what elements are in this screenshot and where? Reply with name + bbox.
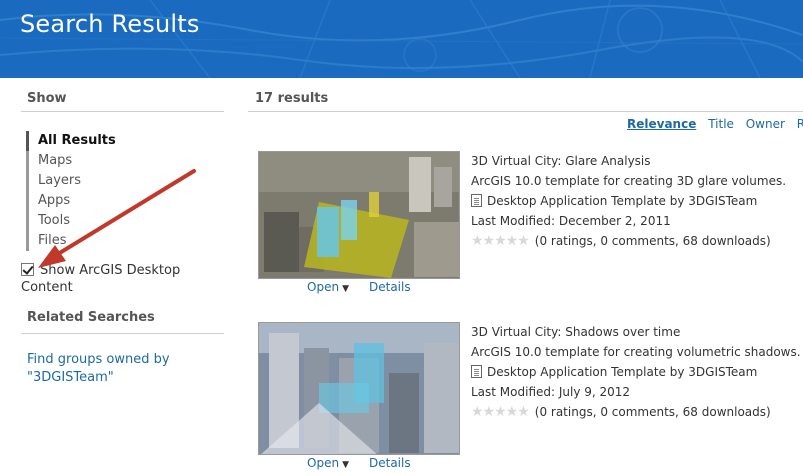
show-heading: Show [21,78,224,112]
desktop-content-label-line1: Show ArcGIS Desktop [40,263,181,278]
document-icon [471,194,482,207]
sidebar: Show All Results Maps Layers Apps Tools … [21,78,224,385]
result-description: ArcGIS 10.0 template for creating 3D gla… [471,174,787,188]
thumbnail-actions: Open ▼ Details [307,456,411,470]
related-searches-heading: Related Searches [21,310,224,334]
thumbnail-actions: Open ▼ Details [307,280,411,294]
shadows-over-time-thumbnail-image [259,323,459,454]
details-link[interactable]: Details [369,456,411,470]
show-desktop-content-toggle[interactable]: Show ArcGIS Desktop Content [21,262,221,296]
sort-relevance[interactable]: Relevance [627,117,696,131]
dropdown-caret-icon[interactable]: ▼ [342,460,349,470]
result-modified: Last Modified: December 2, 2011 [471,214,671,228]
result-owner-line: Desktop Application Template by 3DGISTea… [471,191,803,211]
result-info: 3D Virtual City: Glare Analysis ArcGIS 1… [471,151,803,251]
filter-layers[interactable]: Layers [29,171,116,191]
result-stats: (0 ratings, 0 comments, 68 downloads) [534,234,771,248]
filter-all-results[interactable]: All Results [29,131,116,151]
sort-bar: Relevance Title Owner Ra [627,117,803,131]
filter-list: All Results Maps Layers Apps Tools Files [26,131,116,251]
result-description: ArcGIS 10.0 template for creating volume… [471,345,801,359]
open-menu-button[interactable]: Open ▼ [307,280,349,294]
result-owner-line: Desktop Application Template by 3DGISTea… [471,362,803,382]
related-search-link[interactable]: Find groups owned by "3DGISTeam" [27,351,217,387]
result-title[interactable]: 3D Virtual City: Glare Analysis [471,151,803,171]
result-info: 3D Virtual City: Shadows over time ArcGI… [471,322,803,422]
result-rating-line: ★★★★★ (0 ratings, 0 comments, 68 download… [471,231,803,251]
filter-tools[interactable]: Tools [29,211,116,231]
open-label[interactable]: Open [307,280,339,294]
glare-analysis-thumbnail-image [259,152,459,278]
active-filter-indicator [26,131,29,151]
result-rating-line: ★★★★★ (0 ratings, 0 comments, 68 download… [471,402,803,422]
sort-owner[interactable]: Owner [746,117,785,131]
related-link-line2[interactable]: "3DGISTeam" [27,370,114,385]
desktop-content-label-line2: Content [21,280,73,295]
star-rating-icon[interactable]: ★★★★★ [471,402,530,422]
open-label[interactable]: Open [307,456,339,470]
result-owner-text: Desktop Application Template by 3DGISTea… [487,194,758,208]
open-menu-button[interactable]: Open ▼ [307,456,349,470]
filter-apps[interactable]: Apps [29,191,116,211]
star-rating-icon[interactable]: ★★★★★ [471,231,530,251]
result-stats: (0 ratings, 0 comments, 68 downloads) [534,405,771,419]
dropdown-caret-icon[interactable]: ▼ [342,284,349,294]
results-count: 17 results [248,78,803,112]
related-link-line1[interactable]: Find groups owned by [27,352,170,367]
sort-title[interactable]: Title [708,117,734,131]
filter-maps[interactable]: Maps [29,151,116,171]
result-modified: Last Modified: July 9, 2012 [471,385,631,399]
details-link[interactable]: Details [369,280,411,294]
sort-rating[interactable]: Ra [797,117,803,131]
checkbox-icon[interactable] [21,263,34,276]
result-thumbnail[interactable] [258,322,460,455]
document-icon [471,365,482,378]
header-banner: Search Results [0,0,803,78]
result-thumbnail[interactable] [258,151,460,279]
filter-files[interactable]: Files [29,231,116,251]
page-title: Search Results [20,10,200,38]
result-owner-text: Desktop Application Template by 3DGISTea… [487,365,758,379]
results-panel: 17 results Relevance Title Owner Ra O [248,78,803,470]
result-title[interactable]: 3D Virtual City: Shadows over time [471,322,803,342]
